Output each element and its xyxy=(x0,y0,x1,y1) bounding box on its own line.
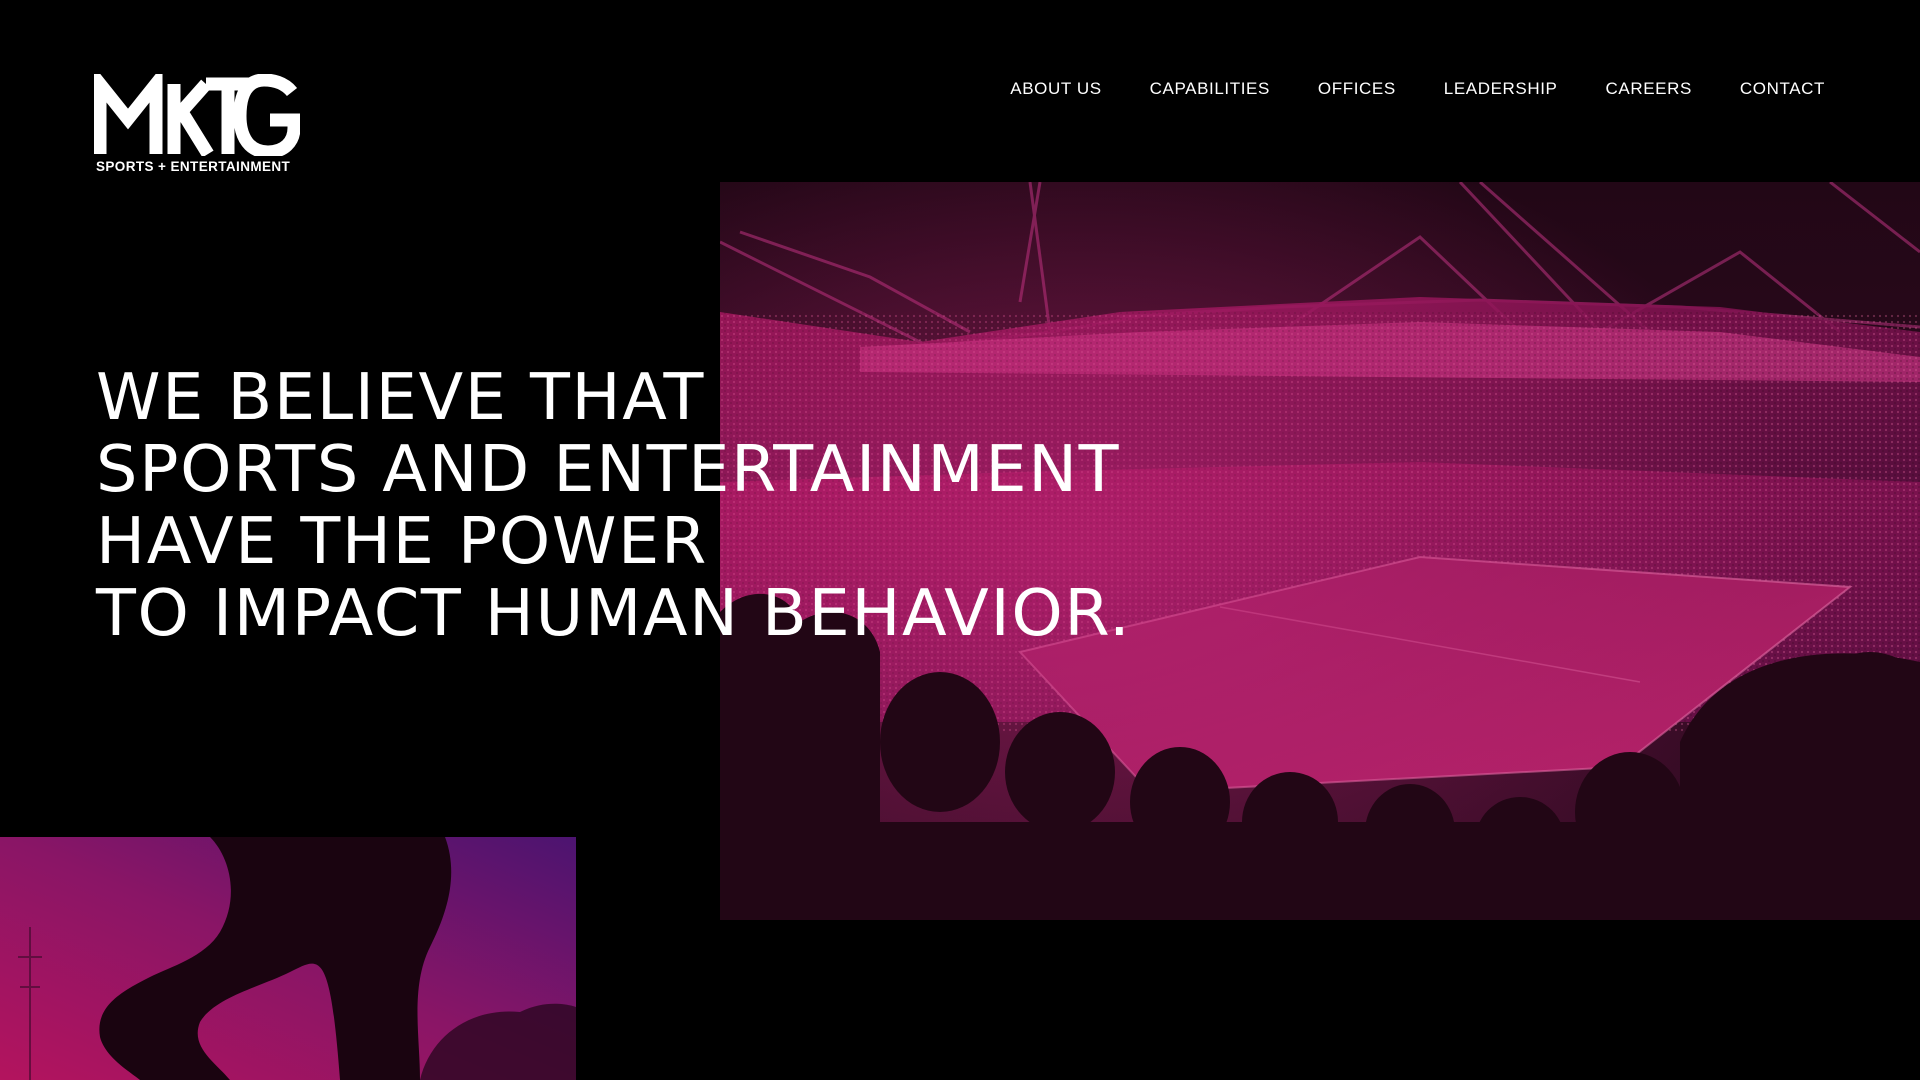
nav-item-offices: OFFICES xyxy=(1318,78,1396,100)
hero-headline: WE BELIEVE THAT SPORTS AND ENTERTAINMENT… xyxy=(96,362,1131,650)
nav-link-careers[interactable]: CAREERS xyxy=(1606,78,1692,100)
nav-item-contact: CONTACT xyxy=(1740,78,1825,100)
page: SPORTS + ENTERTAINMENT ABOUT US CAPABILI… xyxy=(0,0,1920,1080)
nav-link-offices[interactable]: OFFICES xyxy=(1318,78,1396,100)
nav-link-capabilities[interactable]: CAPABILITIES xyxy=(1150,78,1270,100)
nav-link-about-us[interactable]: ABOUT US xyxy=(1010,78,1101,100)
nav-link-contact[interactable]: CONTACT xyxy=(1740,78,1825,100)
hero-line: TO IMPACT HUMAN BEHAVIOR. xyxy=(96,577,1132,651)
nav-item-careers: CAREERS xyxy=(1606,78,1692,100)
nav-item-leadership: LEADERSHIP xyxy=(1444,78,1558,100)
main-nav: ABOUT US CAPABILITIES OFFICES LEADERSHIP… xyxy=(1010,78,1825,100)
nav-link-leadership[interactable]: LEADERSHIP xyxy=(1444,78,1558,100)
athlete-photo xyxy=(0,837,576,1080)
hero-line: WE BELIEVE THAT xyxy=(96,361,706,435)
hero-line: SPORTS AND ENTERTAINMENT xyxy=(96,433,1121,507)
nav-item-capabilities: CAPABILITIES xyxy=(1150,78,1270,100)
brand-logo[interactable]: SPORTS + ENTERTAINMENT xyxy=(94,74,300,178)
hero-line: HAVE THE POWER xyxy=(96,505,708,579)
logo-tagline: SPORTS + ENTERTAINMENT xyxy=(96,159,291,174)
mktg-logo-mark xyxy=(94,74,300,156)
nav-item-about-us: ABOUT US xyxy=(1010,78,1101,100)
